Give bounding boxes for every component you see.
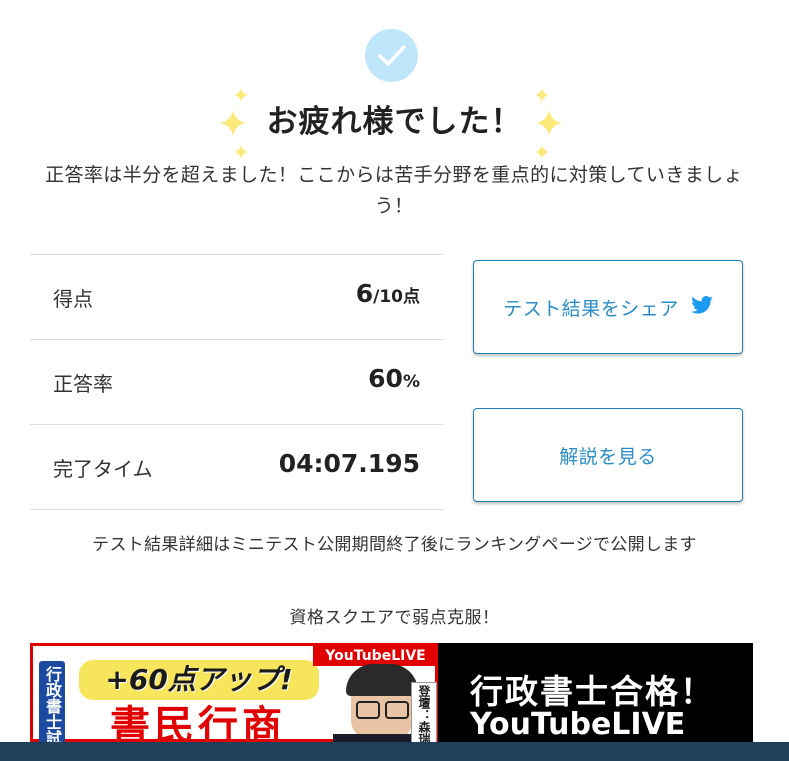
promo-text: 資格スクエアで弱点克服！: [289, 608, 500, 628]
time-value: 04:07.195: [278, 449, 420, 478]
speaker-tag: 登壇：森瑞: [411, 682, 437, 742]
sparkle-icon: [535, 145, 549, 159]
banner-right-title: 行政書士合格！: [470, 672, 715, 711]
banner-left-panel: 行政書士試 +60点アップ! 書民行商 YouTubeLIVE 登壇：森瑞: [30, 643, 438, 742]
banner-right-subtitle: YouTubeLIVE: [470, 707, 686, 742]
stat-value: 60%: [368, 364, 420, 393]
check-icon: [365, 29, 418, 82]
banner-vertical-label: 行政書士試: [39, 661, 65, 742]
accuracy-value: 60: [368, 364, 403, 393]
banner-headline: +60点アップ!: [79, 660, 319, 700]
share-results-button[interactable]: テスト結果をシェア: [473, 260, 743, 354]
promo-banner[interactable]: 行政書士試 +60点アップ! 書民行商 YouTubeLIVE 登壇：森瑞 行政…: [30, 643, 753, 742]
share-button-label: テスト結果をシェア: [503, 297, 679, 320]
result-dialog: お疲れ様でした！ 正答率は半分を超えました！ここからは苦手分野を重点的に対策して…: [0, 0, 789, 742]
stat-row-score: 得点 6/10点: [30, 254, 443, 339]
accuracy-unit: %: [402, 372, 420, 392]
stat-label: 正答率: [53, 372, 113, 396]
stat-row-time: 完了タイム 04:07.195: [30, 424, 443, 510]
lead-message: 正答率は半分を超えました！ここからは苦手分野を重点的に対策していきましょう！: [45, 164, 743, 217]
glasses-icon: [356, 701, 380, 719]
score-value: 6: [355, 279, 374, 308]
stat-row-accuracy: 正答率 60%: [30, 339, 443, 424]
twitter-icon: [690, 295, 713, 319]
results-notice: テスト結果詳細はミニテスト公開期間終了後にランキングページで公開します: [92, 535, 697, 555]
score-unit: /10点: [373, 287, 420, 307]
speaker-hair: [346, 664, 418, 696]
view-explanation-button[interactable]: 解説を見る: [473, 408, 743, 502]
stat-value: 6/10点: [356, 279, 420, 308]
sparkle-icon: [234, 145, 248, 159]
stats-table: 得点 6/10点 正答率 60% 完了タイム 04:07.195: [30, 254, 443, 510]
banner-red-text: 書民行商: [110, 703, 286, 742]
youtube-live-badge: YouTubeLIVE: [313, 646, 438, 666]
stat-label: 完了タイム: [53, 457, 153, 481]
stat-value: 04:07.195: [279, 449, 420, 478]
dialog-title: お疲れ様でした！: [266, 104, 523, 140]
stat-label: 得点: [53, 287, 93, 311]
glasses-icon: [385, 701, 409, 719]
bottom-bar: [0, 742, 789, 761]
